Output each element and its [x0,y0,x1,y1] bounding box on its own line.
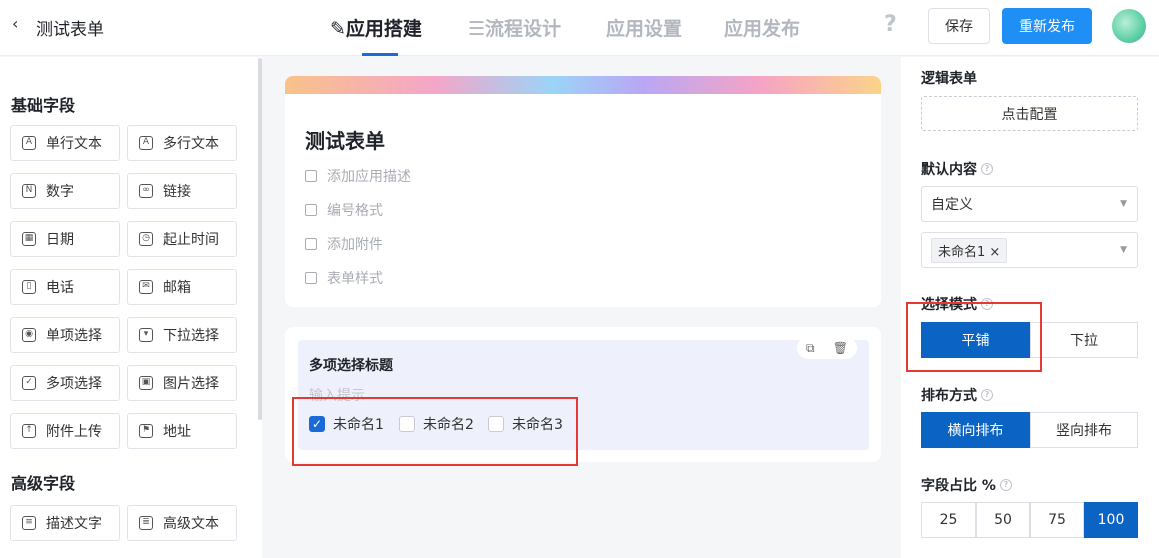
ratio-100-button[interactable]: 100 [1084,502,1138,538]
active-tab-underline [362,53,398,56]
field-address[interactable]: ⚑ 地址 [127,413,237,449]
form-banner [285,76,881,94]
upload-icon: ↑ [22,424,36,438]
trash-icon[interactable]: 🗑 [833,341,848,355]
multiline-text-icon: A [139,136,153,150]
number-format-option[interactable]: 编号格式 [305,200,383,220]
field-single-choice[interactable]: ◉ 单项选择 [10,317,120,353]
highlight-box-select-mode [906,302,1042,372]
image-icon: ▣ [139,376,153,390]
field-rich-text[interactable]: ≣ 高级文本 [127,505,237,541]
rich-text-icon: ≣ [139,516,153,530]
field-phone[interactable]: ▯ 电话 [10,269,120,305]
form-style-option[interactable]: 表单样式 [305,268,383,288]
avatar[interactable] [1112,9,1146,43]
field-title: 多项选择标题 [309,358,393,374]
location-icon: ⚑ [139,424,153,438]
tab-app-publish[interactable]: 应用发布 [724,14,800,41]
field-single-text[interactable]: A 单行文本 [10,125,120,161]
clock-icon: ◷ [139,232,153,246]
upload-icon [305,238,317,250]
edit-icon: ✎ [330,18,346,40]
field-ratio-toggle: 25 50 75 100 [921,502,1138,538]
form-title[interactable]: 测试表单 [305,125,385,154]
close-icon[interactable]: × [989,245,1000,260]
help-circle-icon[interactable]: ? [999,479,1012,491]
app-title: 测试表单 [36,20,104,40]
advanced-fields-title: 高级字段 [11,474,76,493]
layout-horizontal-button[interactable]: 横向排布 [921,412,1030,448]
layout-label: 排布方式? [921,385,993,405]
field-email[interactable]: ✉ 邮箱 [127,269,237,305]
default-content-label: 默认内容? [921,159,993,179]
default-value-select[interactable]: 未命名1 × ▼ [921,232,1138,268]
field-description[interactable]: ≡ 描述文字 [10,505,120,541]
layout-vertical-button[interactable]: 竖向排布 [1030,412,1138,448]
copy-icon[interactable]: ⧉ [806,341,815,356]
number-icon [305,204,317,216]
field-link[interactable]: ∞ 链接 [127,173,237,209]
republish-button[interactable]: 重新发布 [1002,8,1092,44]
mode-dropdown-button[interactable]: 下拉 [1030,322,1138,358]
number-icon: N [22,184,36,198]
field-actions: ⧉ 🗑 [797,337,857,359]
radio-icon: ◉ [22,328,36,342]
save-button[interactable]: 保存 [928,8,990,44]
form-header-card: 测试表单 添加应用描述 编号格式 添加附件 表单样式 [285,76,881,307]
checkbox-icon: ✓ [22,376,36,390]
field-date[interactable]: ▦ 日期 [10,221,120,257]
basic-fields-title: 基础字段 [11,96,76,115]
tab-app-build[interactable]: ✎应用搭建 [330,14,422,41]
tab-app-settings[interactable]: 应用设置 [606,14,682,41]
ratio-75-button[interactable]: 75 [1030,502,1084,538]
ratio-25-button[interactable]: 25 [921,502,976,538]
field-time-range[interactable]: ◷ 起止时间 [127,221,237,257]
help-icon[interactable]: ? [884,12,897,37]
text-icon: A [22,136,36,150]
chevron-down-icon: ▼ [1120,199,1127,209]
logic-form-label: 逻辑表单 [921,71,977,87]
chevron-down-icon: ▼ [1120,245,1127,255]
layout-toggle: 横向排布 竖向排布 [921,412,1138,448]
mail-icon: ✉ [139,280,153,294]
add-description-option[interactable]: 添加应用描述 [305,166,411,186]
link-icon: ∞ [139,184,153,198]
list-icon: ☰ [468,18,486,40]
help-circle-icon[interactable]: ? [981,163,993,175]
selected-tag: 未命名1 × [931,237,1008,263]
help-circle-icon[interactable]: ? [981,389,993,401]
top-header: ‹ 测试表单 ✎应用搭建 ☰流程设计 应用设置 应用发布 ? 保存 重新发布 [0,0,1159,56]
default-content-select[interactable]: 自定义 ▼ [921,186,1138,222]
field-attachment[interactable]: ↑ 附件上传 [10,413,120,449]
back-icon[interactable]: ‹ [12,14,18,33]
field-image-choice[interactable]: ▣ 图片选择 [127,365,237,401]
configure-button[interactable]: 点击配置 [921,96,1138,131]
field-dropdown[interactable]: ▾ 下拉选择 [127,317,237,353]
dropdown-icon: ▾ [139,328,153,342]
field-ratio-label: 字段占比 %? [921,475,1012,495]
palette-icon [305,272,317,284]
phone-icon: ▯ [22,280,36,294]
tab-flow-design[interactable]: ☰流程设计 [468,14,561,41]
field-multi-choice[interactable]: ✓ 多项选择 [10,365,120,401]
highlight-box-choices [292,397,578,466]
description-icon: ≡ [22,516,36,530]
comment-icon [305,170,317,182]
palette-scrollbar[interactable] [258,58,262,420]
calendar-icon: ▦ [22,232,36,246]
field-multi-text[interactable]: A 多行文本 [127,125,237,161]
field-number[interactable]: N 数字 [10,173,120,209]
add-attachment-option[interactable]: 添加附件 [305,234,383,254]
ratio-50-button[interactable]: 50 [976,502,1030,538]
